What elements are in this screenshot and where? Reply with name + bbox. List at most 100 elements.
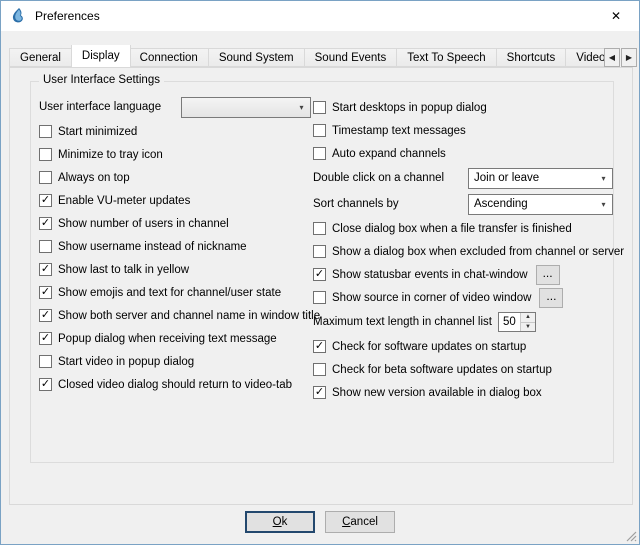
resize-grip[interactable]: [625, 530, 637, 542]
tab-sound-system[interactable]: Sound System: [209, 48, 305, 67]
checkbox[interactable]: [313, 363, 326, 376]
checkbox-row-file-transfer[interactable]: Close dialog box when a file transfer is…: [313, 217, 613, 240]
checkbox-label: Show number of users in channel: [58, 218, 229, 230]
double-click-label: Double click on a channel: [313, 172, 444, 184]
checkbox-row-new-version-dialog[interactable]: ✓ Show new version available in dialog b…: [313, 381, 613, 404]
checkbox-label: Check for beta software updates on start…: [332, 364, 552, 376]
checkbox[interactable]: [39, 171, 52, 184]
checkbox-label: Show source in corner of video window: [332, 292, 531, 304]
checkbox-row-minimize-to-tray[interactable]: Minimize to tray icon: [39, 143, 311, 166]
app-icon: [9, 7, 27, 25]
checkbox[interactable]: [313, 124, 326, 137]
checkbox-label: Closed video dialog should return to vid…: [58, 379, 292, 391]
checkbox[interactable]: [313, 101, 326, 114]
double-click-combobox-value: Join or leave: [469, 172, 595, 184]
checkbox-label: Show new version available in dialog box: [332, 387, 542, 399]
checkbox-row-last-to-talk[interactable]: ✓ Show last to talk in yellow: [39, 258, 311, 281]
tab-scroll-right-button[interactable]: ▶: [621, 48, 637, 67]
checkbox-label: Show both server and channel name in win…: [58, 310, 320, 322]
tab-connection[interactable]: Connection: [130, 48, 209, 67]
spin-down-icon[interactable]: ▼: [521, 323, 535, 332]
checkbox-label: Show last to talk in yellow: [58, 264, 189, 276]
checkbox-row-desktops-popup[interactable]: Start desktops in popup dialog: [313, 96, 613, 119]
titlebar[interactable]: Preferences ✕: [1, 1, 639, 31]
checkbox-row-popup-text-message[interactable]: ✓ Popup dialog when receiving text messa…: [39, 327, 311, 350]
checkbox-row-start-minimized[interactable]: Start minimized: [39, 120, 311, 143]
video-source-browse-button[interactable]: ...: [539, 288, 563, 308]
checkbox-row-excluded-dialog[interactable]: Show a dialog box when excluded from cha…: [313, 240, 613, 263]
checkbox-row-vu-meter[interactable]: ✓ Enable VU-meter updates: [39, 189, 311, 212]
checkbox-row-show-username[interactable]: Show username instead of nickname: [39, 235, 311, 258]
checkbox-label: Check for software updates on startup: [332, 341, 526, 353]
tab-sound-events[interactable]: Sound Events: [305, 48, 398, 67]
checkbox[interactable]: ✓: [39, 194, 52, 207]
statusbar-events-row[interactable]: ✓ Show statusbar events in chat-window .…: [313, 263, 613, 286]
checkbox[interactable]: [39, 148, 52, 161]
sort-channels-combobox-value: Ascending: [469, 198, 595, 210]
checkbox[interactable]: ✓: [39, 286, 52, 299]
checkbox[interactable]: ✓: [39, 309, 52, 322]
ok-button[interactable]: Ok: [245, 511, 315, 533]
checkbox-row-video-popup[interactable]: Start video in popup dialog: [39, 350, 311, 373]
checkbox-row-check-updates[interactable]: ✓ Check for software updates on startup: [313, 335, 613, 358]
checkbox[interactable]: [313, 147, 326, 160]
checkbox[interactable]: ✓: [39, 263, 52, 276]
scroll-right-icon: ▶: [626, 53, 632, 62]
tab-scroll-left-button[interactable]: ◀: [604, 48, 620, 67]
checkbox-label: Minimize to tray icon: [58, 149, 163, 161]
sort-channels-row: Sort channels by Ascending ▾: [313, 191, 613, 217]
checkbox[interactable]: ✓: [313, 386, 326, 399]
checkbox-label: Show username instead of nickname: [58, 241, 247, 253]
checkbox[interactable]: [39, 125, 52, 138]
max-text-length-row: Maximum text length in channel list 50 ▲…: [313, 309, 613, 335]
tab-display[interactable]: Display: [71, 45, 131, 67]
chevron-down-icon: ▾: [293, 103, 310, 112]
checkbox[interactable]: [313, 245, 326, 258]
checkbox-row-always-on-top[interactable]: Always on top: [39, 166, 311, 189]
tab-shortcuts[interactable]: Shortcuts: [497, 48, 567, 67]
checkbox-label: Show a dialog box when excluded from cha…: [332, 246, 624, 258]
statusbar-events-browse-button[interactable]: ...: [536, 265, 560, 285]
tab-text-to-speech[interactable]: Text To Speech: [397, 48, 496, 67]
tab-general[interactable]: General: [9, 48, 72, 67]
checkbox[interactable]: ✓: [313, 340, 326, 353]
left-column: User interface language ▾ Start minimize…: [39, 94, 311, 396]
sort-channels-label: Sort channels by: [313, 198, 399, 210]
video-source-row[interactable]: Show source in corner of video window ..…: [313, 286, 613, 309]
checkbox[interactable]: ✓: [39, 378, 52, 391]
spin-up-icon[interactable]: ▲: [521, 313, 535, 323]
tab-bar: General Display Connection Sound System …: [9, 45, 613, 67]
checkbox[interactable]: ✓: [313, 268, 326, 281]
cancel-button[interactable]: Cancel: [325, 511, 395, 533]
checkbox[interactable]: ✓: [39, 217, 52, 230]
checkbox[interactable]: [313, 222, 326, 235]
checkbox-row-beta-updates[interactable]: Check for beta software updates on start…: [313, 358, 613, 381]
checkbox-label: Show emojis and text for channel/user st…: [58, 287, 281, 299]
sort-channels-combobox[interactable]: Ascending ▾: [468, 194, 613, 215]
chevron-down-icon: ▾: [595, 200, 612, 209]
language-combobox[interactable]: ▾: [181, 97, 311, 118]
checkbox-label: Close dialog box when a file transfer is…: [332, 223, 572, 235]
checkbox[interactable]: [39, 240, 52, 253]
checkbox-label: Start video in popup dialog: [58, 356, 194, 368]
window-title: Preferences: [35, 9, 100, 23]
checkbox-row-show-user-count[interactable]: ✓ Show number of users in channel: [39, 212, 311, 235]
checkbox-row-auto-expand[interactable]: Auto expand channels: [313, 142, 613, 165]
language-row: User interface language ▾: [39, 94, 311, 120]
checkbox[interactable]: [39, 355, 52, 368]
language-label: User interface language: [39, 101, 161, 113]
max-text-length-spinner[interactable]: 50 ▲ ▼: [498, 312, 536, 332]
close-button[interactable]: ✕: [593, 1, 639, 31]
ok-button-label: Ok: [273, 513, 288, 531]
double-click-combobox[interactable]: Join or leave ▾: [468, 168, 613, 189]
checkbox-label: Start minimized: [58, 126, 137, 138]
checkbox-row-timestamp[interactable]: Timestamp text messages: [313, 119, 613, 142]
checkbox-row-video-return-tab[interactable]: ✓ Closed video dialog should return to v…: [39, 373, 311, 396]
checkbox-row-window-title[interactable]: ✓ Show both server and channel name in w…: [39, 304, 311, 327]
checkbox-label: Start desktops in popup dialog: [332, 102, 487, 114]
checkbox-row-emojis[interactable]: ✓ Show emojis and text for channel/user …: [39, 281, 311, 304]
checkbox[interactable]: [313, 291, 326, 304]
preferences-window: Preferences ✕ General Display Connection…: [0, 0, 640, 545]
spinner-arrows: ▲ ▼: [520, 313, 535, 331]
checkbox[interactable]: ✓: [39, 332, 52, 345]
